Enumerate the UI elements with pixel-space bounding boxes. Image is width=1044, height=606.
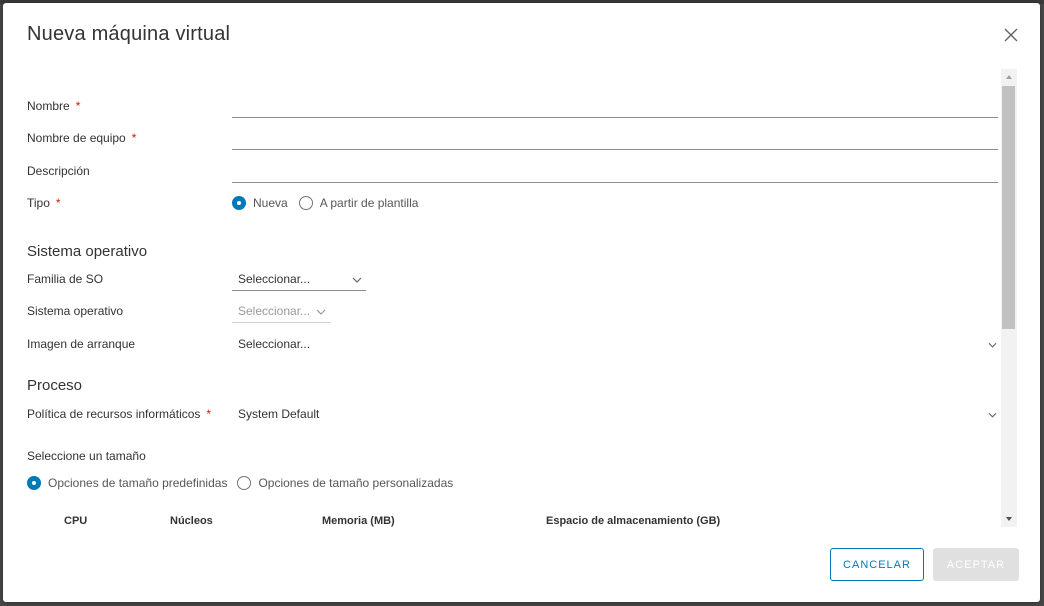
radio-checked-icon[interactable] [27,476,41,490]
chevron-down-icon [988,412,997,418]
os-family-row: Familia de SO [27,267,103,291]
name-input[interactable] [232,94,998,118]
compute-section-title: Proceso [27,377,83,394]
os-family-select[interactable]: Seleccionar... [232,267,366,291]
type-row: Tipo * [27,191,61,215]
hostname-label: Nombre de equipo [27,131,126,145]
dialog-body: Nombre * Nombre de equipo * Descripción … [27,69,998,527]
dialog-title: Nueva máquina virtual [27,23,231,45]
description-input[interactable] [232,159,998,183]
type-label: Tipo [27,196,50,210]
size-custom-radio[interactable]: Opciones de tamaño personalizadas [237,476,453,490]
description-label: Descripción [27,164,90,178]
size-label: Seleccione un tamaño [27,449,146,463]
os-value: Seleccionar... [238,303,311,318]
policy-value: System Default [238,407,320,421]
name-row: Nombre * [27,94,80,118]
hostname-input[interactable] [232,126,998,150]
description-row: Descripción [27,159,90,183]
boot-image-row: Imagen de arranque [27,332,135,356]
chevron-down-icon [316,309,326,315]
os-family-value: Seleccionar... [238,271,311,286]
policy-select[interactable]: System Default [232,402,998,426]
os-label: Sistema operativo [27,304,124,318]
table-header-storage: Espacio de almacenamiento (GB) [546,515,721,527]
radio-checked-icon[interactable] [232,196,246,210]
accept-button[interactable]: ACEPTAR [933,548,1019,581]
scroll-thumb[interactable] [1002,86,1015,329]
os-select[interactable]: Seleccionar... [232,299,330,323]
os-row: Sistema operativo [27,299,123,323]
scrollbar[interactable] [1001,69,1017,527]
radio-unchecked-icon[interactable] [298,196,313,210]
os-section-title: Sistema operativo [27,243,148,260]
name-label: Nombre [27,99,70,113]
new-vm-dialog: Nueva máquina virtual Nombre * Nombre de… [3,3,1040,602]
policy-label: Política de recursos informáticos [27,407,201,421]
radio-unchecked-icon[interactable] [237,476,252,490]
type-new-radio[interactable]: Nueva [232,196,288,210]
required-mark: * [55,196,61,210]
required-mark: * [131,131,137,145]
table-header-cpu: CPU [64,515,88,527]
scroll-up-arrow-icon[interactable] [1001,69,1017,85]
hostname-row: Nombre de equipo * [27,126,136,150]
boot-image-label: Imagen de arranque [27,337,136,351]
type-radio-group: Nueva A partir de plantilla [232,191,418,215]
boot-image-select[interactable]: Seleccionar... [232,332,998,356]
type-template-radio[interactable]: A partir de plantilla [298,196,419,210]
type-template-label: A partir de plantilla [319,196,419,210]
close-icon[interactable] [1002,26,1020,44]
required-mark: * [75,99,81,113]
policy-row: Política de recursos informáticos * [27,402,211,426]
type-new-label: Nueva [253,196,288,210]
size-predefined-radio[interactable]: Opciones de tamaño predefinidas [27,476,227,490]
size-predefined-label: Opciones de tamaño predefinidas [48,476,228,490]
size-radio-group: Opciones de tamaño predefinidas Opciones… [27,471,453,495]
scroll-down-arrow-icon[interactable] [1001,511,1017,527]
boot-image-value: Seleccionar... [238,337,311,351]
chevron-down-icon [352,277,362,283]
required-mark: * [206,407,212,421]
size-title-row: Seleccione un tamaño [27,444,146,468]
table-header-cores: Núcleos [170,515,213,527]
chevron-down-icon [988,342,997,348]
size-custom-label: Opciones de tamaño personalizadas [258,476,454,490]
cancel-button[interactable]: CANCELAR [830,548,924,581]
os-family-label: Familia de SO [27,272,104,286]
table-header-memory: Memoria (MB) [322,515,395,527]
